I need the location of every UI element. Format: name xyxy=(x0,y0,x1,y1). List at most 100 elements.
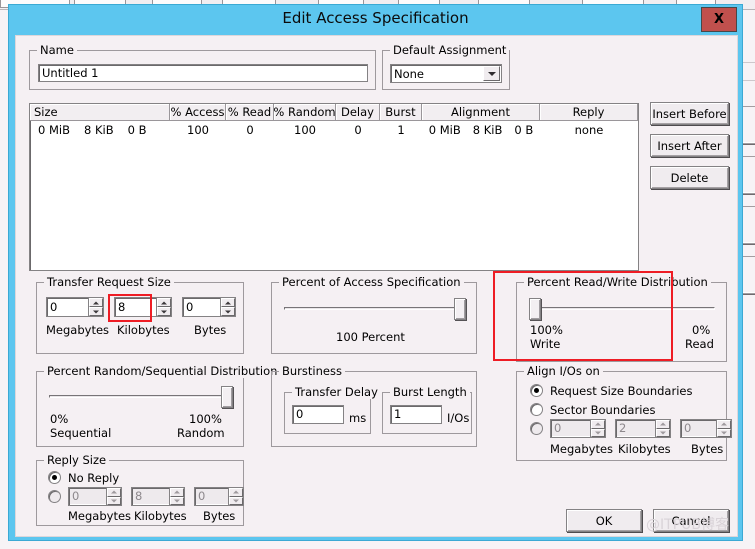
no-reply-label[interactable]: No Reply xyxy=(68,471,119,485)
default-assignment-select[interactable]: None xyxy=(390,64,502,83)
transfer-size-kilobytes-spinner[interactable] xyxy=(156,298,171,316)
name-group: Name Untitled 1 xyxy=(29,43,376,90)
spinner-down-icon[interactable] xyxy=(656,428,670,437)
spinner-up-icon[interactable] xyxy=(107,488,121,497)
spinner-down-icon[interactable] xyxy=(221,307,235,316)
insert-before-button[interactable]: Insert Before xyxy=(650,102,729,125)
default-assignment-legend: Default Assignment xyxy=(390,43,510,57)
percent-read-write-slider[interactable] xyxy=(529,298,715,320)
align-kilobytes-value: 2 xyxy=(619,421,627,436)
delete-button[interactable]: Delete xyxy=(650,166,729,189)
spinner-down-icon[interactable] xyxy=(717,428,731,437)
align-custom-radio[interactable] xyxy=(530,422,543,435)
slider-thumb[interactable] xyxy=(529,298,541,320)
chevron-down-icon[interactable] xyxy=(483,66,500,81)
burst-length-input[interactable]: 1 xyxy=(390,405,442,424)
cell-size: 0 MiB 8 KiB 0 B xyxy=(30,121,170,138)
column-header-alignment[interactable]: Alignment xyxy=(422,104,540,121)
transfer-delay-legend: Transfer Delay xyxy=(292,385,381,399)
insert-after-button[interactable]: Insert After xyxy=(650,134,729,157)
align-ios-group: Align I/Os on Request Size Boundaries Se… xyxy=(516,364,732,461)
burstiness-group: Burstiness Transfer Delay 0 ms Burst Len… xyxy=(271,364,477,447)
transfer-size-kilobytes-input[interactable]: 8 xyxy=(114,297,172,317)
spinner-up-icon[interactable] xyxy=(221,298,235,307)
align-megabytes-value: 0 xyxy=(554,421,562,436)
align-bytes-input[interactable]: 0 xyxy=(680,419,732,438)
reply-megabytes-input[interactable]: 0 xyxy=(68,487,122,506)
column-header-random[interactable]: % Random xyxy=(274,104,336,121)
burst-length-group: Burst Length 1 I/Os xyxy=(382,385,472,434)
column-header-burst[interactable]: Burst xyxy=(380,104,422,121)
spinner-up-icon[interactable] xyxy=(157,298,171,307)
cell-burst: 1 xyxy=(397,122,405,137)
align-request-size-label[interactable]: Request Size Boundaries xyxy=(550,384,692,398)
cell-delay: 0 xyxy=(354,122,362,137)
spinner-down-icon[interactable] xyxy=(591,428,605,437)
align-request-size-radio[interactable] xyxy=(530,384,543,397)
spinner-down-icon[interactable] xyxy=(229,496,243,505)
align-megabytes-input[interactable]: 0 xyxy=(550,419,606,438)
align-bytes-spinner[interactable] xyxy=(716,420,731,437)
align-kilobytes-input[interactable]: 2 xyxy=(615,419,671,438)
column-header-size[interactable]: Size xyxy=(30,104,170,121)
spinner-down-icon[interactable] xyxy=(89,307,103,316)
ok-button[interactable]: OK xyxy=(566,509,642,532)
spinner-up-icon[interactable] xyxy=(656,420,670,429)
spinner-up-icon[interactable] xyxy=(717,420,731,429)
slider-thumb[interactable] xyxy=(454,298,466,320)
cell-alignment: 0 MiB 8 KiB 0 B xyxy=(422,121,540,138)
default-assignment-value: None xyxy=(394,66,425,81)
access-spec-list-header: Size % Access % Read % Random Delay Burs… xyxy=(30,104,638,121)
slider-track xyxy=(49,395,233,398)
align-bytes-label: Bytes xyxy=(691,442,724,456)
close-icon[interactable]: X xyxy=(701,7,737,32)
transfer-delay-input[interactable]: 0 xyxy=(292,405,344,424)
transfer-size-bytes-spinner[interactable] xyxy=(220,298,235,316)
slider-thumb[interactable] xyxy=(221,386,233,408)
burstiness-legend: Burstiness xyxy=(279,364,345,378)
dialog-titlebar: Edit Access Specification X xyxy=(9,5,742,34)
reply-kilobytes-label: Kilobytes xyxy=(134,509,187,523)
cell-size-mib: 0 MiB xyxy=(38,122,70,137)
reply-megabytes-value: 0 xyxy=(72,489,80,504)
align-megabytes-spinner[interactable] xyxy=(590,420,605,437)
spinner-down-icon[interactable] xyxy=(170,496,184,505)
column-header-delay[interactable]: Delay xyxy=(336,104,380,121)
reply-megabytes-spinner[interactable] xyxy=(106,488,121,505)
percent-random-sequential-slider[interactable] xyxy=(49,386,233,408)
align-sector-label[interactable]: Sector Boundaries xyxy=(550,403,655,417)
reply-size-custom-radio[interactable] xyxy=(48,490,61,503)
spinner-up-icon[interactable] xyxy=(591,420,605,429)
percent-read-value: 0% xyxy=(692,323,711,337)
reply-bytes-spinner[interactable] xyxy=(228,488,243,505)
align-sector-radio[interactable] xyxy=(530,403,543,416)
cell-alignment-kib: 8 KiB xyxy=(472,122,503,137)
name-input[interactable]: Untitled 1 xyxy=(38,64,368,82)
percent-of-access-value: 100 Percent xyxy=(336,330,405,344)
percent-of-access-slider[interactable] xyxy=(284,298,466,320)
transfer-size-bytes-input[interactable]: 0 xyxy=(182,297,236,317)
reply-kilobytes-spinner[interactable] xyxy=(169,488,184,505)
no-reply-radio[interactable] xyxy=(48,471,61,484)
transfer-size-megabytes-input[interactable]: 0 xyxy=(46,297,104,317)
edit-access-specification-dialog: Edit Access Specification X Name Untitle… xyxy=(8,4,743,541)
transfer-request-size-legend: Transfer Request Size xyxy=(44,275,174,289)
watermark: @ITPUB博客 xyxy=(646,517,729,533)
spinner-up-icon[interactable] xyxy=(89,298,103,307)
spinner-up-icon[interactable] xyxy=(170,488,184,497)
spinner-down-icon[interactable] xyxy=(157,307,171,316)
percent-random-value: 100% xyxy=(189,412,222,426)
align-kilobytes-spinner[interactable] xyxy=(655,420,670,437)
access-spec-list[interactable]: Size % Access % Read % Random Delay Burs… xyxy=(29,103,639,271)
column-header-read[interactable]: % Read xyxy=(226,104,274,121)
burst-length-unit: I/Os xyxy=(447,411,470,425)
reply-kilobytes-input[interactable]: 8 xyxy=(131,487,185,506)
transfer-size-megabytes-spinner[interactable] xyxy=(88,298,103,316)
transfer-delay-group: Transfer Delay 0 ms xyxy=(284,385,381,434)
column-header-access[interactable]: % Access xyxy=(170,104,226,121)
spinner-down-icon[interactable] xyxy=(107,496,121,505)
column-header-reply[interactable]: Reply xyxy=(540,104,638,121)
table-row[interactable]: 0 MiB 8 KiB 0 B 100 0 100 0 1 0 MiB 8 Ki… xyxy=(30,121,638,138)
spinner-up-icon[interactable] xyxy=(229,488,243,497)
reply-bytes-input[interactable]: 0 xyxy=(194,487,244,506)
